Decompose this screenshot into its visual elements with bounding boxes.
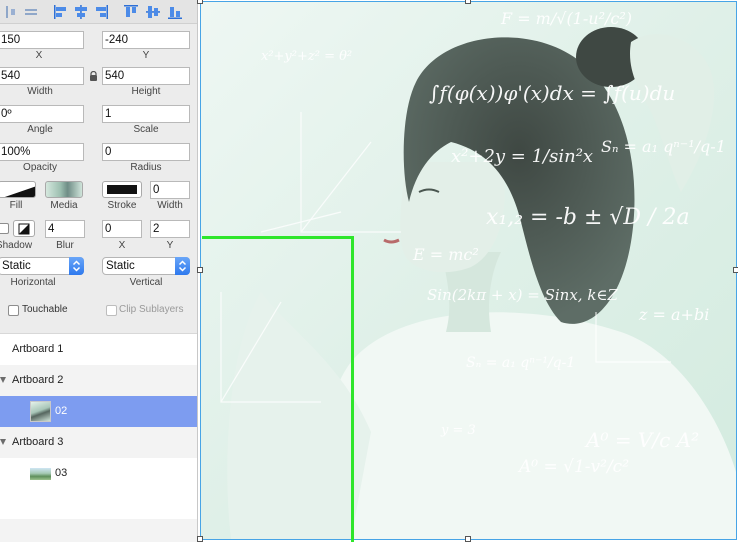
vertical-label: Vertical <box>129 277 163 288</box>
layer-name: Artboard 3 <box>12 436 64 448</box>
layer-thumbnail <box>30 468 51 480</box>
chevron-updown-icon <box>69 257 84 275</box>
height-label: Height <box>131 86 161 97</box>
formula-text: E = mc² <box>412 245 479 264</box>
shadow-y-field[interactable]: 2 <box>150 220 190 238</box>
opacity-label: Opacity <box>23 162 57 173</box>
formula-text: z = a+bi <box>638 305 709 324</box>
layer-02[interactable]: 02 <box>0 396 197 427</box>
layer-name: Artboard 1 <box>12 343 64 355</box>
resize-handle-bottom-left[interactable] <box>197 536 203 542</box>
shadow-y-label: Y <box>166 240 174 251</box>
stroke-label: Stroke <box>107 200 137 211</box>
clip-sublayers-checkbox[interactable] <box>106 305 117 316</box>
touchable-checkbox[interactable] <box>8 305 19 316</box>
formula-text: x²+2y = 1/sin²x <box>451 146 593 167</box>
touchable-label: Touchable <box>22 304 68 315</box>
layer-name: 03 <box>55 467 68 479</box>
formula-text: Sin(2kπ + x) = Sinx, k∈Z <box>427 286 619 304</box>
lock-icon[interactable] <box>89 71 98 81</box>
distribute-v-icon[interactable] <box>22 3 40 21</box>
formula-text: A⁰ = √1-v²/c² <box>517 457 629 477</box>
layer-name: 02 <box>55 405 68 417</box>
fill-swatch[interactable] <box>0 181 36 198</box>
fill-label: Fill <box>9 200 23 211</box>
resize-handle-right[interactable] <box>733 267 738 273</box>
stroke-width-field[interactable]: 0 <box>150 181 190 199</box>
vertical-select-value: Static <box>106 260 135 272</box>
width-field[interactable]: 540 <box>0 67 84 85</box>
canvas-image[interactable]: F = m/√(1-u²/c²) ∫f(φ(x))φ'(x)dx = ∫f(u)… <box>201 2 736 539</box>
radius-label: Radius <box>130 162 162 173</box>
align-center-h-icon[interactable] <box>72 3 90 21</box>
radius-field[interactable]: 0 <box>102 143 190 161</box>
formula-text: y = 3 <box>440 423 476 438</box>
guide-line-vertical <box>351 236 354 542</box>
inspector-panel: 150 X -240 Y 540 Width 540 Height 0º Ang… <box>0 0 198 542</box>
media-label: Media <box>50 200 78 211</box>
canvas[interactable]: F = m/√(1-u²/c²) ∫f(φ(x))φ'(x)dx = ∫f(u)… <box>197 0 738 542</box>
shadow-checkbox[interactable] <box>0 223 9 234</box>
layer-thumbnail <box>30 401 51 422</box>
layer-artboard-3[interactable]: Artboard 3 <box>0 427 197 458</box>
layers-footer <box>0 519 197 542</box>
angle-field[interactable]: 0º <box>0 105 84 123</box>
formula-text: F = m/√(1-u²/c²) <box>500 9 632 28</box>
shadow-x-label: X <box>118 240 126 251</box>
formula-text: Sₙ = a₁ qⁿ⁻¹/q-1 <box>601 137 726 156</box>
shadow-color-swatch[interactable] <box>13 220 35 237</box>
formula-text: x₁,₂ = -b ± √D / 2a <box>486 205 690 230</box>
layer-artboard-1[interactable]: Artboard 1 <box>0 334 197 365</box>
stroke-swatch[interactable] <box>102 181 142 198</box>
formula-text: x²+y²+z² = θ² <box>261 49 352 64</box>
scale-field[interactable]: 1 <box>102 105 190 123</box>
formula-text: Sₙ = a₁ qⁿ⁻¹/q-1 <box>466 355 575 371</box>
angle-label: Angle <box>27 124 53 135</box>
stroke-width-label: Width <box>157 200 183 211</box>
disclosure-triangle-icon[interactable] <box>0 439 6 445</box>
media-swatch[interactable] <box>45 181 83 198</box>
chevron-updown-icon <box>175 257 190 275</box>
horizontal-select[interactable]: Static <box>0 257 84 275</box>
align-middle-icon[interactable] <box>144 3 162 21</box>
guide-line-horizontal <box>202 236 354 239</box>
horizontal-select-value: Static <box>2 260 31 272</box>
layer-artboard-2[interactable]: Artboard 2 <box>0 365 197 396</box>
disclosure-triangle-icon[interactable] <box>0 377 6 383</box>
width-label: Width <box>27 86 53 97</box>
formula-text: A⁰ = V/c A² <box>584 428 699 452</box>
clip-sublayers-label: Clip Sublayers <box>119 304 184 315</box>
formula-text: ∫f(φ(x))φ'(x)dx = ∫f(u)du <box>429 81 675 105</box>
y-label: Y <box>142 50 150 61</box>
vertical-select[interactable]: Static <box>102 257 190 275</box>
distribute-h-icon[interactable] <box>3 3 21 21</box>
blur-field[interactable]: 4 <box>45 220 85 238</box>
resize-handle-top[interactable] <box>465 0 471 4</box>
shadow-x-field[interactable]: 0 <box>102 220 142 238</box>
align-right-icon[interactable] <box>92 3 110 21</box>
x-label: X <box>35 50 43 61</box>
align-left-icon[interactable] <box>52 3 70 21</box>
resize-handle-left[interactable] <box>197 267 203 273</box>
layer-name: Artboard 2 <box>12 374 64 386</box>
opacity-field[interactable]: 100% <box>0 143 84 161</box>
height-field[interactable]: 540 <box>102 67 190 85</box>
align-top-icon[interactable] <box>122 3 140 21</box>
portrait-with-formulas: F = m/√(1-u²/c²) ∫f(φ(x))φ'(x)dx = ∫f(u)… <box>201 2 736 539</box>
shadow-label: Shadow <box>0 240 33 251</box>
blur-label: Blur <box>56 240 74 251</box>
resize-handle-top-left[interactable] <box>197 0 203 4</box>
layer-03[interactable]: 03 <box>0 458 197 489</box>
y-field[interactable]: -240 <box>102 31 190 49</box>
scale-label: Scale <box>133 124 159 135</box>
resize-handle-bottom[interactable] <box>465 536 471 542</box>
align-toolbar <box>0 0 197 24</box>
horizontal-label: Horizontal <box>10 277 56 288</box>
x-field[interactable]: 150 <box>0 31 84 49</box>
align-bottom-icon[interactable] <box>166 3 184 21</box>
layers-list: Artboard 1 Artboard 2 02 Artboard 3 03 <box>0 333 197 542</box>
